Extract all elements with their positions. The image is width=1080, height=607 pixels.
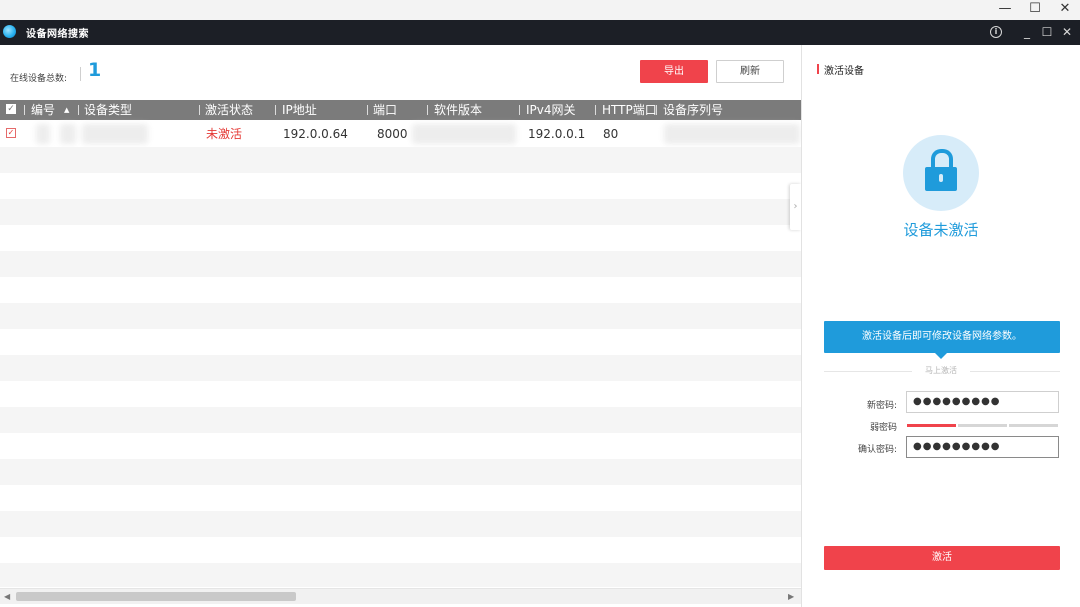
col-header-http-port[interactable]: HTTP端口 [602, 100, 657, 120]
refresh-button[interactable]: 刷新 [716, 60, 784, 83]
app-close-button[interactable]: ✕ [1058, 20, 1076, 45]
strength-bar-weak [907, 424, 956, 427]
table-row [0, 563, 801, 587]
redacted-index [36, 124, 50, 144]
title-accent-bar [817, 64, 819, 74]
col-divider [656, 105, 657, 115]
table-row [0, 173, 801, 199]
col-header-serial[interactable]: 设备序列号 [663, 100, 723, 120]
scroll-right-icon[interactable]: ▶ [788, 589, 794, 604]
table-row [0, 537, 801, 563]
col-header-gateway[interactable]: IPv4网关 [526, 100, 576, 120]
new-password-label: 新密码: [866, 401, 897, 411]
row-ip: 192.0.0.64 [283, 127, 348, 141]
col-header-port[interactable]: 端口 [373, 100, 397, 120]
device-table-body: ✓ 未激活 192.0.0.64 8000 192.0.0.1 80 [0, 121, 801, 587]
horizontal-scrollbar[interactable]: ◀ ▶ [0, 588, 801, 604]
table-row [0, 433, 801, 459]
col-header-index[interactable]: 编号 [31, 100, 55, 120]
row-status: 未激活 [206, 127, 243, 141]
row-port: 8000 [377, 127, 408, 141]
device-list-pane: 在线设备总数: 1 导出 刷新 ✓ 编号 ▲ 设备类型 激活状态 IP地址 端口… [0, 45, 801, 607]
confirm-password-label: 确认密码: [857, 445, 897, 455]
sort-asc-icon[interactable]: ▲ [64, 100, 69, 120]
row-gateway: 192.0.0.1 [528, 127, 586, 141]
col-divider [78, 105, 79, 115]
activation-info-banner: 激活设备后即可修改设备网络参数。 [824, 321, 1060, 359]
os-maximize-button[interactable]: ☐ [1020, 0, 1050, 20]
table-row [0, 355, 801, 381]
table-row [0, 407, 801, 433]
table-row [0, 459, 801, 485]
col-divider [519, 105, 520, 115]
redacted-index [60, 124, 76, 144]
count-separator [80, 67, 81, 81]
table-header: ✓ 编号 ▲ 设备类型 激活状态 IP地址 端口 软件版本 IPv4网关 HTT… [0, 100, 801, 120]
lock-icon [903, 135, 979, 211]
strength-bar-strong [1009, 424, 1058, 427]
row-checkbox[interactable]: ✓ [6, 128, 16, 138]
table-row [0, 511, 801, 537]
scroll-left-icon[interactable]: ◀ [4, 589, 10, 604]
app-title: 设备网络搜索 [26, 29, 89, 40]
lock-shackle [931, 149, 953, 167]
info-icon[interactable]: i [990, 26, 1002, 38]
col-divider [199, 105, 200, 115]
col-header-device-type[interactable]: 设备类型 [84, 100, 132, 120]
panel-title: 激活设备 [824, 66, 864, 77]
password-strength-label: 弱密码 [869, 423, 897, 433]
scrollbar-thumb[interactable] [16, 592, 296, 601]
os-close-button[interactable]: ✕ [1050, 0, 1080, 20]
activation-panel: 激活设备 设备未激活 激活设备后即可修改设备网络参数。 马上激活 新密码: ●●… [801, 45, 1080, 607]
table-row [0, 225, 801, 251]
app-minimize-button[interactable]: _ [1018, 20, 1036, 45]
activate-now-divider: 马上激活 [925, 366, 957, 375]
table-row [0, 381, 801, 407]
online-count-value: 1 [88, 59, 102, 81]
redacted-serial [664, 124, 800, 144]
chevron-right-icon: › [793, 201, 798, 212]
app-header: 设备网络搜索 i _ ☐ ✕ [0, 20, 1080, 45]
app-logo-icon [3, 25, 16, 38]
table-row [0, 485, 801, 511]
banner-pointer [935, 353, 947, 359]
table-row [0, 251, 801, 277]
table-row [0, 199, 801, 225]
redacted-software-version [412, 124, 516, 144]
lock-keyhole [939, 174, 943, 182]
table-row[interactable]: ✓ 未激活 192.0.0.64 8000 192.0.0.1 80 [0, 121, 801, 147]
export-button[interactable]: 导出 [640, 60, 708, 83]
col-divider [275, 105, 276, 115]
strength-bar-medium [958, 424, 1007, 427]
col-header-status[interactable]: 激活状态 [205, 100, 253, 120]
col-divider [367, 105, 368, 115]
table-row [0, 303, 801, 329]
confirm-password-input[interactable]: ●●●●●●●●● [906, 436, 1059, 458]
new-password-input[interactable]: ●●●●●●●●● [906, 391, 1059, 413]
app-maximize-button[interactable]: ☐ [1038, 20, 1056, 45]
os-titlebar: — ☐ ✕ [0, 0, 1080, 20]
col-divider [427, 105, 428, 115]
activate-button[interactable]: 激活 [824, 546, 1060, 570]
table-row [0, 277, 801, 303]
col-divider [595, 105, 596, 115]
lock-body [925, 167, 957, 191]
panel-collapse-toggle[interactable]: › [790, 184, 801, 230]
online-count-label: 在线设备总数: [10, 74, 68, 84]
col-header-software[interactable]: 软件版本 [434, 100, 482, 120]
table-row [0, 329, 801, 355]
table-row [0, 147, 801, 173]
col-header-ip[interactable]: IP地址 [282, 100, 317, 120]
device-state-text: 设备未激活 [903, 221, 979, 239]
select-all-checkbox[interactable]: ✓ [6, 104, 16, 114]
row-http-port: 80 [603, 127, 619, 141]
redacted-device-type [82, 124, 148, 144]
col-divider [24, 105, 25, 115]
os-minimize-button[interactable]: — [990, 0, 1020, 20]
banner-text: 激活设备后即可修改设备网络参数。 [862, 331, 1022, 342]
